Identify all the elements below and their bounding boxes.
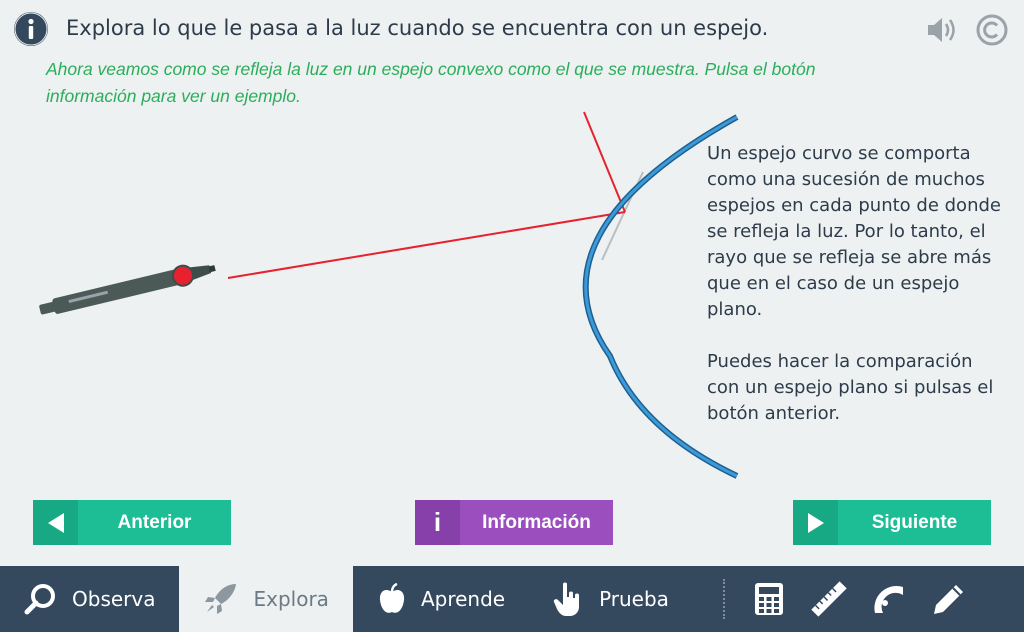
nav-prueba[interactable]: Prueba — [529, 566, 693, 632]
next-button-label: Siguiente — [871, 511, 958, 533]
info-button[interactable]: i Información — [415, 500, 613, 545]
arrow-left-icon — [33, 500, 78, 545]
info-button-label: Información — [482, 511, 591, 533]
explanation-paragraph-1: Un espejo curvo se comporta como una suc… — [707, 143, 1001, 320]
laser-pointer-icon — [39, 264, 216, 315]
previous-button-label: Anterior — [117, 511, 192, 533]
explanation-panel: Un espejo curvo se comporta como una suc… — [707, 141, 1007, 427]
arrow-right-icon — [793, 500, 838, 545]
magnifier-icon — [24, 584, 55, 615]
hand-pointer-icon — [553, 582, 580, 616]
incident-ray — [227, 211, 626, 279]
reflected-ray — [583, 111, 626, 213]
pencil-icon[interactable] — [919, 566, 979, 632]
explanation-paragraph-2: Puedes hacer la comparación con un espej… — [707, 351, 994, 424]
nav-observa-label: Observa — [72, 587, 156, 611]
next-button[interactable]: Siguiente — [793, 500, 991, 545]
protractor-icon[interactable] — [859, 566, 919, 632]
nav-prueba-label: Prueba — [599, 587, 669, 611]
info-i-icon: i — [415, 500, 460, 545]
ruler-icon[interactable] — [799, 566, 859, 632]
nav-observa[interactable]: Observa — [0, 566, 179, 632]
rocket-icon — [205, 584, 237, 614]
nav-explora-label: Explora — [253, 587, 329, 611]
bottom-nav: Observa Explora Aprende Prueba — [0, 566, 1024, 632]
nav-explora[interactable]: Explora — [179, 566, 353, 632]
calculator-icon[interactable] — [739, 566, 799, 632]
apple-icon — [379, 582, 405, 613]
nav-aprende[interactable]: Aprende — [353, 566, 529, 632]
nav-aprende-label: Aprende — [420, 587, 506, 611]
nav-separator — [722, 579, 725, 619]
previous-button[interactable]: Anterior — [33, 500, 231, 545]
